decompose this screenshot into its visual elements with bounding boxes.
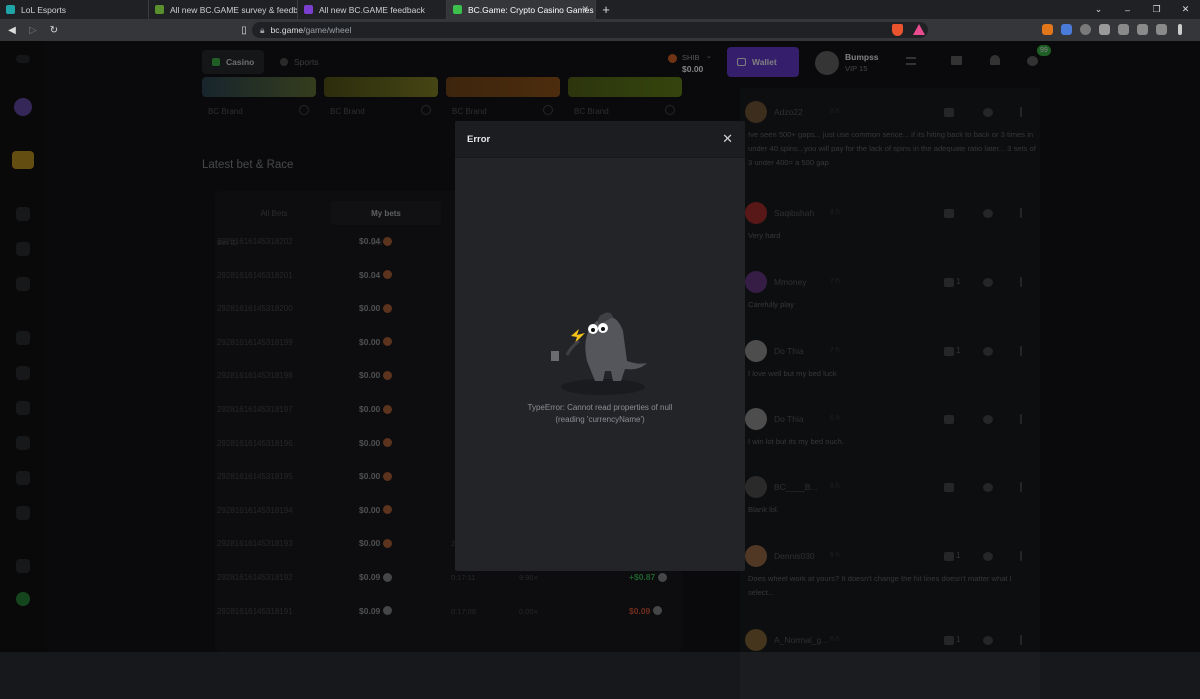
feedback-favicon-icon [304,5,313,14]
tab-survey[interactable]: All new BC.GAME survey & feedback r [149,0,298,19]
error-dialog: Error ✕ TypeError: Cannot read propertie… [455,121,745,571]
tab-title: LoL Esports [21,4,67,15]
tab-lol-esports[interactable]: LoL Esports [0,0,149,19]
tab-search-icon[interactable]: ⌄ [1084,4,1113,15]
close-window-button[interactable]: ✕ [1171,4,1200,15]
error-message: TypeError: Cannot read properties of nul… [455,402,745,426]
extension-icon[interactable] [1080,24,1091,35]
reading-list-icon[interactable] [1118,24,1129,35]
window-controls: ⌄ – ❐ ✕ [1084,0,1200,19]
close-tab-icon[interactable]: ✕ [581,4,589,15]
url-field[interactable]: 🔒︎ bc.game/game/wheel [252,22,928,38]
back-icon[interactable]: ◀ [3,25,21,36]
translate-extension-icon[interactable] [1061,24,1072,35]
sidebar-icon[interactable] [1137,24,1148,35]
new-tab-button[interactable]: + [596,2,616,17]
survey-favicon-icon [155,5,164,14]
url-host: bc.game [270,25,304,35]
menu-icon[interactable] [1178,24,1182,35]
metamask-extension-icon[interactable] [1042,24,1053,35]
tab-feedback[interactable]: All new BC.GAME feedback [298,0,447,19]
error-message-line-2: (reading 'currencyName') [555,415,645,424]
tab-title: BC.Game: Crypto Casino Games & [468,4,596,15]
reload-icon[interactable]: ↻ [45,25,63,36]
minimize-button[interactable]: – [1113,5,1142,15]
bcgame-favicon-icon [453,5,462,14]
restore-button[interactable]: ❐ [1142,4,1171,15]
lol-esports-favicon-icon [6,5,15,14]
error-message-line-1: TypeError: Cannot read properties of nul… [527,403,673,412]
browser-tab-strip: LoL Esports All new BC.GAME survey & fee… [0,0,1200,19]
tab-bcgame[interactable]: BC.Game: Crypto Casino Games & ✕ [447,0,596,19]
tab-title: All new BC.GAME feedback [319,4,425,15]
bookmark-icon[interactable]: ▯ [235,25,253,36]
tab-title: All new BC.GAME survey & feedback r [170,4,298,15]
address-bar-row: ◀ ▷ ↻ ▯ 🔒︎ bc.game/game/wheel [0,19,1200,41]
error-dinosaur-illustration-icon [551,312,647,395]
extensions-puzzle-icon[interactable] [1099,24,1110,35]
wallet-extension-icon[interactable] [1156,24,1167,35]
forward-icon[interactable]: ▷ [24,25,42,36]
lock-icon: 🔒︎ [260,24,265,35]
url-path: /game/wheel [303,25,352,35]
brave-rewards-icon[interactable] [913,24,925,35]
brave-shield-icon[interactable] [892,24,903,36]
